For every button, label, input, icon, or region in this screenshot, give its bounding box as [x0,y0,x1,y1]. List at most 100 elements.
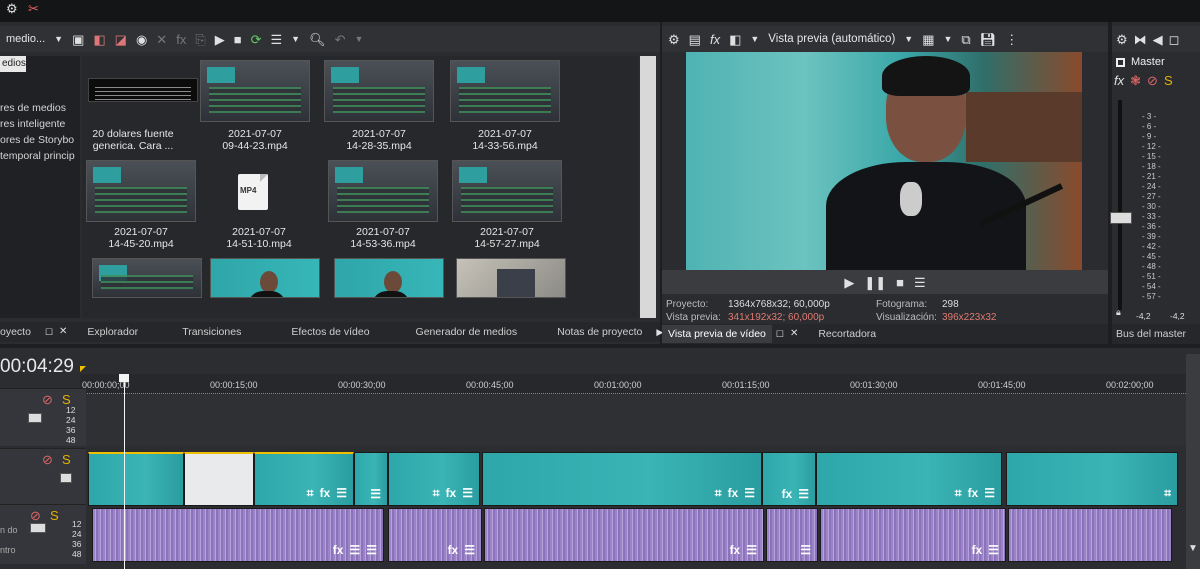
media-thumbnail[interactable] [92,258,202,298]
fx-icon[interactable]: fx [972,543,983,557]
fx-icon[interactable]: fx [710,33,720,46]
gear-icon[interactable]: ⚙ [6,2,18,15]
menu-icon[interactable]: ☰ [336,486,347,501]
media-scrollbar[interactable] [640,56,656,318]
video-clip[interactable]: ⌗ fx ☰ [816,452,1002,506]
zoom-icon[interactable]: 🔍︎ [309,33,326,46]
fx-icon[interactable]: fx [446,486,457,501]
fx-icon[interactable]: fx [728,486,739,501]
scroll-down-icon[interactable]: ▼ [1188,544,1198,554]
mute-icon[interactable]: ⊘ [42,453,53,466]
fx-icon[interactable]: fx [782,487,793,501]
menu-icon[interactable]: ☰ [370,487,381,501]
chevron-down-icon[interactable]: ▼ [291,34,300,44]
fx-icon[interactable]: fx [1114,74,1124,87]
menu-icon[interactable]: ☰ [366,543,377,557]
close-icon[interactable]: ✕ [59,327,67,337]
dim-icon[interactable]: ◻ [1169,33,1180,46]
tree-item[interactable]: ores de Storybo [0,134,74,146]
settings-icon[interactable]: ❃ [1130,74,1141,87]
media-thumbnail[interactable] [200,60,310,122]
fx-icon[interactable]: fx [320,486,331,501]
audio-clip[interactable]: ☰ [766,508,818,562]
close-icon[interactable]: ✕ [790,329,798,339]
more-icon[interactable]: ⋮ [1005,33,1018,46]
menu-icon[interactable]: ☰ [349,543,360,557]
audio-clip[interactable]: fx ☰ [820,508,1006,562]
tab-generador-medios[interactable]: Generador de medios [390,326,544,338]
track-slider[interactable] [30,523,46,533]
mute-icon[interactable]: ⊘ [42,393,53,406]
audio-track-header[interactable]: ⊘ S n do ntro 12 24 36 48 [0,504,86,564]
audio-clip[interactable]: fx ☰ ☰ [92,508,384,562]
loop-marker[interactable] [80,366,86,372]
video-clip[interactable]: ⌗ [1006,452,1178,506]
timeline-ruler[interactable]: 00:00:00;00 00:00:15;00 00:00:30;00 00:0… [80,374,1190,394]
track-header-top[interactable]: ⊘ S 12 24 36 48 [0,388,86,446]
playhead[interactable] [124,374,125,569]
audio-clip[interactable]: fx ☰ [484,508,764,562]
pause-icon[interactable]: ❚❚ [864,276,886,289]
crop-icon[interactable]: ⌗ [1164,486,1171,501]
track-slider[interactable] [60,473,72,483]
media-thumbnail[interactable] [450,60,560,122]
capture-icon[interactable]: ◧ [93,33,105,46]
split-screen-icon[interactable]: ◧ [729,33,741,46]
video-track-header[interactable]: ⊘ S [0,448,86,504]
downmix-icon[interactable]: ◀ [1153,33,1163,46]
grid-icon[interactable]: ▦ [922,33,934,46]
timeline-scrollbar[interactable] [1186,354,1200,569]
maximize-icon[interactable]: ☐ [45,327,53,337]
tree-item[interactable]: res inteligente [0,118,65,130]
chevron-down-icon[interactable]: ▼ [355,34,364,44]
tab-notas-proyecto[interactable]: Notas de proyecto [543,326,656,338]
cut-icon[interactable]: ✂ [28,2,39,15]
media-thumbnail[interactable] [210,258,320,298]
copy-icon[interactable]: ⧉ [961,33,970,46]
save-icon[interactable]: 💾︎ [980,33,997,46]
insert-icon[interactable]: ⧓ [1134,33,1147,46]
fx-icon[interactable]: fx [448,543,459,557]
menu-icon[interactable]: ☰ [914,276,926,289]
tab-efectos-video[interactable]: Efectos de vídeo [271,326,389,338]
video-clip[interactable]: ⌗ fx ☰ [254,452,354,506]
playhead-handle[interactable] [119,374,129,382]
remove-icon[interactable]: ◉ [136,33,147,46]
media-thumbnail[interactable] [452,160,562,222]
gear-icon[interactable]: ⚙ [1116,33,1128,46]
stop-icon[interactable]: ■ [234,33,242,46]
media-thumbnail[interactable] [88,78,198,102]
video-clip[interactable]: fx ☰ [762,452,816,506]
crop-icon[interactable]: ⌗ [715,486,722,501]
tree-item[interactable]: res de medios [0,102,66,114]
menu-icon[interactable]: ☰ [988,543,999,557]
mute-icon[interactable]: ⊘ [1147,74,1158,87]
properties-icon[interactable]: ▤ [689,33,701,46]
crop-icon[interactable]: ⌗ [955,486,962,501]
tab-explorador[interactable]: Explorador [73,326,152,338]
lock-icon[interactable]: 🔒︎ [1116,308,1121,317]
fx-icon[interactable]: fx [730,543,741,557]
video-clip[interactable] [184,452,254,506]
solo-icon[interactable]: S [50,509,59,522]
maximize-icon[interactable]: ☐ [776,329,784,339]
view-icon[interactable]: ☰ [271,33,283,46]
tab-bus-master[interactable]: Bus del master [1112,328,1190,340]
fx-icon[interactable]: fx [333,543,344,557]
close-icon[interactable]: ✕ [156,33,167,46]
track-slider[interactable] [28,413,42,423]
master-fader[interactable] [1110,212,1132,224]
video-clip[interactable]: ⌗ fx ☰ [388,452,480,506]
gear-icon[interactable]: ⚙ [668,33,680,46]
preview-quality-dropdown[interactable]: Vista previa (automático) [768,33,895,45]
tab-recortadora[interactable]: Recortadora [804,328,890,340]
tree-item-selected[interactable]: edios [0,56,26,72]
menu-icon[interactable]: ☰ [746,543,757,557]
refresh-icon[interactable]: ⟳ [251,33,262,46]
web-icon[interactable]: ◪ [115,33,127,46]
menu-icon[interactable]: ☰ [984,486,995,501]
media-thumbnail[interactable] [324,60,434,122]
tab-vista-previa-video[interactable]: Vista previa de vídeo [662,325,772,343]
menu-icon[interactable]: ☰ [462,486,473,501]
chevron-down-icon[interactable]: ▼ [54,34,63,44]
